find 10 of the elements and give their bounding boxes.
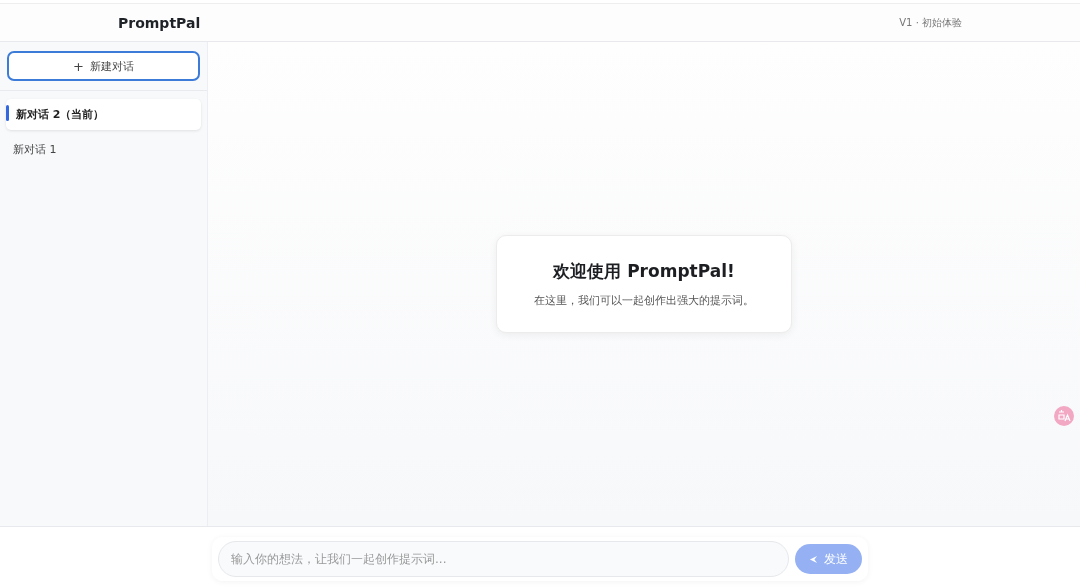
welcome-text: 在这里，我们可以一起创作出强大的提示词。 (534, 293, 754, 308)
chat-item[interactable]: 新对话 2（当前） (6, 99, 201, 130)
app-logo: PromptPal (118, 14, 201, 31)
version-label: V1 · 初始体验 (899, 15, 962, 30)
message-input[interactable]: 输入你的想法，让我们一起创作提示词... (218, 541, 789, 577)
send-icon (809, 554, 818, 564)
new-chat-button[interactable]: + 新建对话 (7, 51, 200, 81)
welcome-title: 欢迎使用 PromptPal! (553, 260, 735, 283)
chat-item[interactable]: 新对话 1 (6, 134, 201, 165)
translate-icon[interactable] (1054, 406, 1074, 426)
